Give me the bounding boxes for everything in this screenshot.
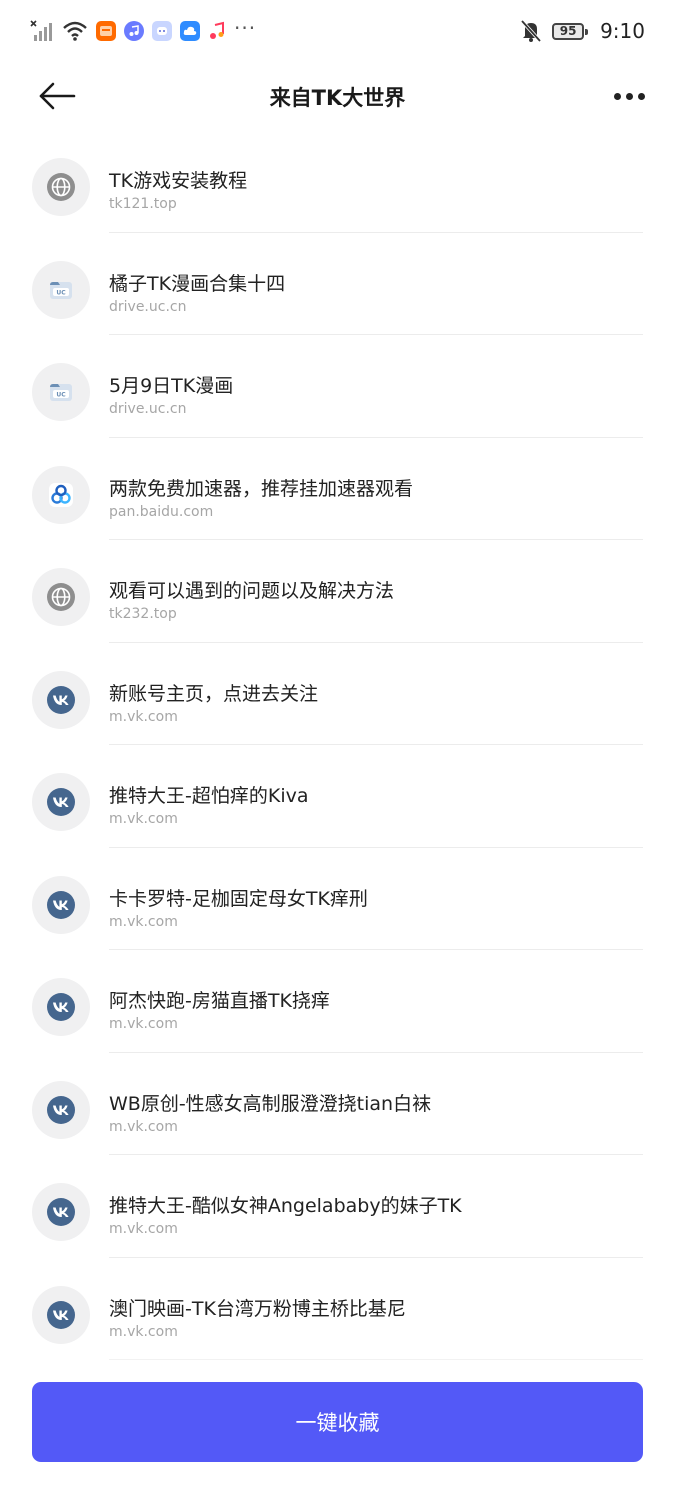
signal-off-icon bbox=[30, 20, 54, 42]
uc-drive-icon: UC bbox=[46, 377, 76, 407]
link-url: tk232.top bbox=[109, 606, 177, 622]
link-url: m.vk.com bbox=[109, 1016, 178, 1032]
save-all-button[interactable]: 一键收藏 bbox=[32, 1382, 643, 1462]
taobao-app-icon bbox=[96, 21, 116, 41]
svg-text:UC: UC bbox=[56, 392, 66, 399]
link-item[interactable]: 卡卡罗特-足枷固定母女TK痒刑 m.vk.com bbox=[0, 848, 675, 950]
vk-icon bbox=[46, 992, 76, 1022]
link-favicon bbox=[32, 875, 90, 934]
vk-icon bbox=[46, 787, 76, 817]
link-favicon bbox=[32, 158, 90, 216]
link-title: 新账号主页，点进去关注 bbox=[109, 682, 319, 705]
cloud-app-icon bbox=[180, 21, 200, 41]
link-favicon: UC bbox=[32, 363, 90, 421]
link-item[interactable]: 观看可以遇到的问题以及解决方法 tk232.top bbox=[0, 540, 675, 643]
link-favicon: UC bbox=[32, 260, 90, 319]
music-app-icon bbox=[124, 21, 144, 41]
page-title: 来自TK大世界 bbox=[269, 86, 406, 110]
link-url: m.vk.com bbox=[109, 1118, 178, 1135]
top-app-bar: 来自TK大世界 bbox=[0, 62, 675, 132]
link-title: 推特大王-超怕痒的Kiva bbox=[109, 785, 309, 807]
link-item[interactable]: TK游戏安装教程 tk121.top bbox=[0, 130, 675, 233]
uc-drive-icon: UC bbox=[46, 275, 76, 305]
wifi-icon bbox=[62, 20, 88, 42]
link-item[interactable]: UC 5月9日TK漫画 drive.uc.cn bbox=[0, 335, 675, 438]
link-url: drive.uc.cn bbox=[109, 401, 187, 417]
link-title: 阿杰快跑-房猫直播TK挠痒 bbox=[109, 990, 330, 1012]
globe-icon bbox=[46, 172, 76, 202]
link-favicon bbox=[32, 1285, 90, 1344]
link-item[interactable]: 推特大王-超怕痒的Kiva m.vk.com bbox=[0, 745, 675, 848]
link-title: 推特大王-酷似女神Angelababy的妹子TK bbox=[109, 1195, 462, 1217]
link-item[interactable]: 新账号主页，点进去关注 m.vk.com bbox=[0, 643, 675, 745]
more-options-button[interactable] bbox=[609, 84, 649, 108]
link-favicon bbox=[32, 978, 90, 1036]
link-favicon bbox=[32, 568, 90, 626]
status-bar-right: 95 9:10 bbox=[520, 17, 645, 45]
link-title: 观看可以遇到的问题以及解决方法 bbox=[109, 580, 395, 602]
link-url: m.vk.com bbox=[109, 811, 178, 827]
chat-bot-app-icon bbox=[152, 21, 172, 41]
vk-icon bbox=[46, 1095, 76, 1125]
vk-icon bbox=[46, 1197, 76, 1227]
status-bar: ··· 95 9:10 bbox=[0, 0, 675, 62]
link-title: 橘子TK漫画合集十四 bbox=[109, 272, 286, 295]
link-url: m.vk.com bbox=[109, 1323, 178, 1340]
globe-icon bbox=[46, 582, 76, 612]
link-url: pan.baidu.com bbox=[109, 503, 214, 520]
more-dots-icon bbox=[613, 92, 621, 100]
link-item[interactable]: WB原创-性感女高制服澄澄挠tian白袜 m.vk.com bbox=[0, 1053, 675, 1155]
status-bar-left: ··· bbox=[30, 17, 256, 45]
link-item[interactable]: UC 橘子TK漫画合集十四 drive.uc.cn bbox=[0, 233, 675, 335]
link-list: TK游戏安装教程 tk121.top UC 橘子TK漫画合集十四 drive.u… bbox=[0, 130, 675, 1360]
link-url: tk121.top bbox=[109, 196, 177, 212]
clock: 9:10 bbox=[600, 19, 645, 43]
link-item[interactable]: 推特大王-酷似女神Angelababy的妹子TK m.vk.com bbox=[0, 1155, 675, 1258]
link-item[interactable]: 两款免费加速器，推荐挂加速器观看 pan.baidu.com bbox=[0, 438, 675, 540]
link-title: 5月9日TK漫画 bbox=[109, 375, 234, 397]
baidu-pan-icon bbox=[46, 480, 76, 510]
battery-icon: 95 bbox=[552, 22, 589, 40]
link-title: 卡卡罗特-足枷固定母女TK痒刑 bbox=[109, 887, 368, 910]
music-note-app-icon bbox=[208, 21, 226, 41]
battery-level: 95 bbox=[559, 24, 577, 38]
link-title: TK游戏安装教程 bbox=[109, 170, 248, 192]
bell-off-icon bbox=[520, 19, 542, 43]
link-item[interactable]: 澳门映画-TK台湾万粉博主桥比基尼 m.vk.com bbox=[0, 1258, 675, 1360]
link-favicon bbox=[32, 670, 90, 729]
link-favicon bbox=[32, 1080, 90, 1139]
link-favicon bbox=[32, 773, 90, 831]
link-title: 两款免费加速器，推荐挂加速器观看 bbox=[109, 477, 414, 500]
link-favicon bbox=[32, 465, 90, 524]
more-notifications-indicator: ··· bbox=[234, 16, 257, 40]
vk-icon bbox=[46, 890, 76, 920]
link-url: drive.uc.cn bbox=[109, 298, 187, 315]
more-dot bbox=[625, 92, 633, 100]
link-item[interactable]: 阿杰快跑-房猫直播TK挠痒 m.vk.com bbox=[0, 950, 675, 1053]
vk-icon bbox=[46, 1300, 76, 1330]
link-url: m.vk.com bbox=[109, 913, 178, 930]
link-favicon bbox=[32, 1183, 90, 1241]
link-title: WB原创-性感女高制服澄澄挠tian白袜 bbox=[109, 1092, 432, 1115]
svg-text:UC: UC bbox=[56, 289, 66, 296]
vk-icon bbox=[46, 685, 76, 715]
list-fade-overlay bbox=[0, 1350, 675, 1382]
link-title: 澳门映画-TK台湾万粉博主桥比基尼 bbox=[109, 1297, 406, 1320]
more-dot bbox=[637, 92, 645, 100]
link-url: m.vk.com bbox=[109, 708, 178, 725]
link-url: m.vk.com bbox=[109, 1221, 178, 1237]
